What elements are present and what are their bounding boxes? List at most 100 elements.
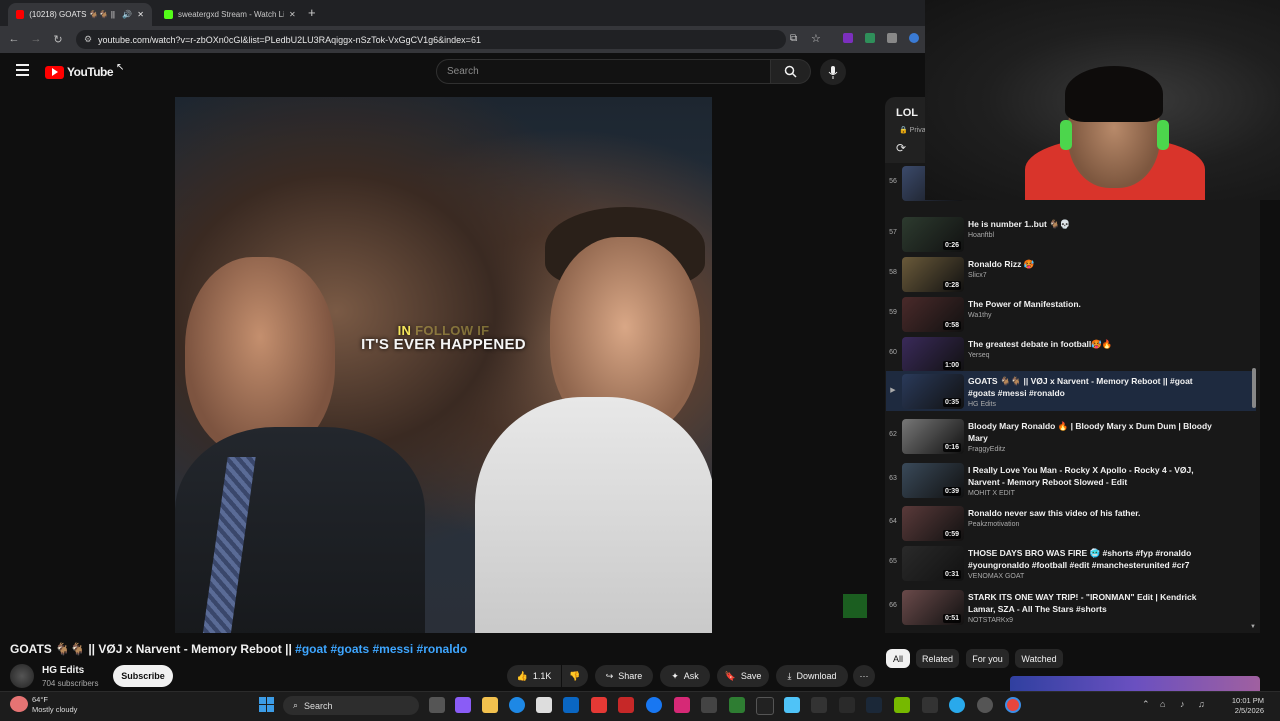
facebook-icon[interactable] (646, 697, 662, 713)
nvidia-icon[interactable] (894, 697, 910, 713)
playlist-item-title[interactable]: The Power of Manifestation. (968, 298, 1218, 310)
playlist-thumbnail[interactable]: 0:59 (902, 506, 964, 541)
share-button[interactable]: ↪ Share (595, 665, 653, 687)
mic-tray-icon[interactable]: ♪ (1180, 699, 1185, 709)
telegram-icon[interactable] (949, 697, 965, 713)
weather-condition[interactable]: Mostly cloudy (32, 705, 77, 714)
windows-start-icon[interactable] (259, 697, 274, 712)
youtube-logo[interactable]: YouTube (45, 65, 114, 79)
playlist-item[interactable]: 59 0:58 The Power of Manifestation. Wa1thy (886, 294, 1256, 334)
playlist-thumbnail[interactable]: 1:00 (902, 337, 964, 372)
forward-icon[interactable]: → (28, 33, 44, 45)
app-icon[interactable] (618, 697, 634, 713)
app-icon[interactable] (729, 697, 745, 713)
steam-icon[interactable] (866, 697, 882, 713)
menu-hamburger-icon[interactable] (16, 64, 29, 76)
tab-close-icon[interactable]: ✕ (289, 10, 296, 19)
playlist-item[interactable]: 57 0:26 He is number 1..but 🐐💀 Hoanftbl (886, 214, 1256, 254)
next-video-thumbnail[interactable] (1010, 676, 1260, 691)
channel-name[interactable]: HG Edits (42, 665, 84, 676)
taskbar-search[interactable]: ⌕ Search (283, 696, 419, 715)
site-info-icon[interactable]: ⚙ (84, 34, 92, 45)
save-button[interactable]: 🔖 Save (717, 665, 769, 687)
playlist-thumbnail[interactable]: 0:28 (902, 257, 964, 292)
search-input[interactable]: Search (436, 59, 771, 84)
app-icon[interactable] (701, 697, 717, 713)
search-button[interactable] (771, 59, 811, 84)
playlist-item[interactable]: ▶ 0:35 GOATS 🐐🐐 || VØJ x Narvent - Memory … (886, 371, 1256, 411)
download-button[interactable]: ⤓ Download (776, 665, 848, 687)
playlist-thumbnail[interactable]: 0:35 (902, 374, 964, 409)
playlist-item[interactable]: 66 0:51 STARK ITS ONE WAY TRIP! - "IRONMAN… (886, 587, 1256, 627)
more-actions-button[interactable]: ··· (853, 665, 875, 687)
chip-all[interactable]: All (886, 649, 910, 668)
playlist-item[interactable]: 65 0:31 THOSE DAYS BRO WAS FIRE 🥶 #shorts … (886, 543, 1256, 583)
tab-stream[interactable]: sweatergxd Stream - Watch Liv ✕ (156, 3, 304, 26)
chip-watched[interactable]: Watched (1015, 649, 1063, 668)
tray-chevron-icon[interactable]: ⌃ (1142, 699, 1150, 710)
clock-date[interactable]: 2/5/2026 (1204, 706, 1264, 715)
playlist-item[interactable]: 60 1:00 The greatest debate in football🥵🔥 Y… (886, 334, 1256, 374)
dislike-button[interactable]: 👎 (562, 665, 588, 687)
tab-youtube[interactable]: (10218) GOATS 🐐🐐 || VØJ 🔊 ✕ (8, 3, 152, 26)
clock-time[interactable]: 10:01 PM (1204, 696, 1264, 705)
playlist-thumbnail[interactable]: 0:58 (902, 297, 964, 332)
playlist-item-title[interactable]: STARK ITS ONE WAY TRIP! - "IRONMAN" Edit… (968, 591, 1218, 615)
bookmark-star-icon[interactable]: ☆ (811, 32, 821, 45)
chrome-icon[interactable] (1005, 697, 1021, 713)
capcut-icon[interactable] (839, 697, 855, 713)
extension-icon[interactable] (909, 33, 919, 43)
weather-icon[interactable] (10, 696, 28, 712)
store-icon[interactable] (536, 697, 552, 713)
playlist-title[interactable]: LOL (896, 107, 918, 119)
new-tab-button[interactable]: + (308, 5, 316, 20)
weather-temp[interactable]: 64°F (32, 695, 48, 704)
install-icon[interactable]: ⧉ (790, 33, 797, 44)
scroll-down-icon[interactable]: ▼ (1250, 624, 1256, 630)
chip-for-you[interactable]: For you (966, 649, 1009, 668)
playlist-item[interactable]: 62 0:16 Bloody Mary Ronaldo 🔥 | Bloody Mar… (886, 416, 1256, 456)
network-icon[interactable]: ⌂ (1160, 699, 1165, 709)
playlist-item-title[interactable]: Ronaldo never saw this video of his fath… (968, 507, 1218, 519)
playlist-item-title[interactable]: The greatest debate in football🥵🔥 (968, 338, 1218, 350)
extension-icon[interactable] (887, 33, 897, 43)
youtube-icon[interactable] (591, 697, 607, 713)
video-player[interactable]: IN FOLLOW IF IT'S EVER HAPPENED (175, 97, 712, 633)
subscribe-button[interactable]: Subscribe (113, 665, 173, 687)
playlist-item-title[interactable]: Ronaldo Rizz 🥵 (968, 258, 1218, 270)
loop-icon[interactable]: ⟳ (896, 141, 906, 155)
edge-icon[interactable] (509, 697, 525, 713)
ask-button[interactable]: ✦ Ask (660, 665, 710, 687)
extension-icon[interactable] (865, 33, 875, 43)
reload-icon[interactable]: ↻ (50, 33, 66, 46)
app-icon[interactable] (784, 697, 800, 713)
task-view-icon[interactable] (429, 697, 445, 713)
voice-search-button[interactable] (820, 59, 846, 85)
video-hashtags[interactable]: #goat #goats #messi #ronaldo (295, 642, 467, 656)
file-explorer-icon[interactable] (482, 697, 498, 713)
playlist-thumbnail[interactable]: 0:26 (902, 217, 964, 252)
obs-icon[interactable] (977, 697, 993, 713)
amazon-icon[interactable] (756, 697, 774, 715)
mail-icon[interactable] (563, 697, 579, 713)
tab-close-icon[interactable]: ✕ (137, 10, 144, 19)
playlist-thumbnail[interactable]: 0:31 (902, 546, 964, 581)
extension-k-icon[interactable] (843, 33, 853, 43)
playlist-item[interactable]: 58 0:28 Ronaldo Rizz 🥵 Slicx7 (886, 254, 1256, 294)
playlist-scrollbar[interactable] (1252, 368, 1256, 408)
playlist-thumbnail[interactable]: 0:16 (902, 419, 964, 454)
speaker-icon[interactable]: 🔊 (122, 10, 132, 19)
playlist-item[interactable]: 64 0:59 Ronaldo never saw this video of hi… (886, 503, 1256, 543)
playlist-item-title[interactable]: THOSE DAYS BRO WAS FIRE 🥶 #shorts #fyp #… (968, 547, 1218, 571)
instagram-icon[interactable] (674, 697, 690, 713)
chip-related[interactable]: Related (916, 649, 959, 668)
playlist-item-title[interactable]: He is number 1..but 🐐💀 (968, 218, 1218, 230)
channel-avatar[interactable] (10, 664, 34, 688)
playlist-item-title[interactable]: GOATS 🐐🐐 || VØJ x Narvent - Memory Reboo… (968, 375, 1218, 399)
url-bar[interactable]: youtube.com/watch?v=r-zbOXn0cGl&list=PLe… (76, 30, 786, 49)
epic-icon[interactable] (922, 697, 938, 713)
app-icon[interactable] (811, 697, 827, 713)
playlist-item[interactable]: 63 0:39 I Really Love You Man - Rocky X Ap… (886, 460, 1256, 500)
playlist-item-title[interactable]: Bloody Mary Ronaldo 🔥 | Bloody Mary x Du… (968, 420, 1218, 444)
like-button[interactable]: 👍 1.1K (507, 665, 561, 687)
